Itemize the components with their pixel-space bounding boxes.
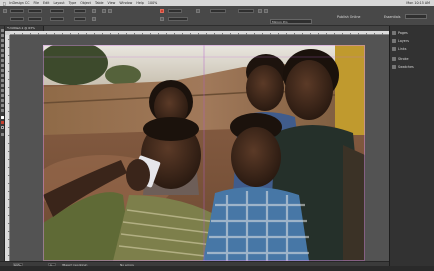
panel-pages[interactable]: Pages	[392, 30, 433, 36]
menu-item-window[interactable]: Window	[119, 1, 132, 5]
layers-icon	[392, 39, 396, 43]
panel-swatches[interactable]: Swatches	[392, 64, 433, 70]
pen-tool-icon[interactable]	[1, 59, 4, 62]
search-input[interactable]	[405, 14, 427, 19]
note-tool-icon[interactable]	[1, 94, 4, 97]
type-tool-icon[interactable]	[1, 49, 4, 52]
frame-tool-icon[interactable]	[1, 69, 4, 72]
width-field[interactable]	[28, 9, 42, 13]
opacity-field[interactable]	[210, 9, 226, 13]
fill-color-icon[interactable]	[1, 121, 4, 124]
font-field[interactable]: Minion Pro	[270, 19, 312, 24]
hand-tool-icon[interactable]	[1, 104, 4, 107]
selection-tool-icon[interactable]	[1, 29, 4, 32]
height-field[interactable]	[28, 17, 42, 21]
menu-item-file[interactable]: File	[34, 1, 40, 5]
flip-vertical-icon[interactable]	[92, 17, 96, 21]
menu-clock: Mon 10:15 AM	[406, 1, 430, 5]
pages-icon	[392, 31, 396, 35]
menu-item-help[interactable]: Help	[136, 1, 144, 5]
scale-x-field[interactable]	[50, 9, 64, 13]
gradient-tool-icon[interactable]	[1, 89, 4, 92]
corner-size-field[interactable]	[238, 9, 254, 13]
menu-item-layout[interactable]: Layout	[53, 1, 64, 5]
menu-item-view[interactable]: View	[108, 1, 116, 5]
select-container-icon[interactable]	[102, 9, 106, 13]
menu-item-object[interactable]: Object	[80, 1, 91, 5]
swatches-icon	[392, 65, 396, 69]
line-tool-icon[interactable]	[1, 54, 4, 57]
text-wrap-icon[interactable]	[258, 9, 262, 13]
preview-mode-icon[interactable]	[1, 133, 4, 136]
publish-online-button[interactable]: Publish Online	[337, 15, 360, 19]
app-window:  InDesign CC File Edit Layout Type Obje…	[0, 0, 434, 271]
gap-tool-icon[interactable]	[1, 44, 4, 47]
menu-item-app[interactable]: InDesign CC	[9, 1, 29, 5]
flip-horizontal-icon[interactable]	[92, 9, 96, 13]
fill-swatch[interactable]	[160, 9, 164, 13]
panel-layers[interactable]: Layers	[392, 38, 433, 44]
default-fill-stroke-icon[interactable]	[1, 116, 4, 119]
stroke-swatch[interactable]	[160, 17, 164, 21]
scale-y-field[interactable]	[50, 17, 64, 21]
rotate-field[interactable]	[74, 9, 86, 13]
drop-shadow-icon[interactable]	[196, 9, 200, 13]
menu-item-type[interactable]: Type	[69, 1, 77, 5]
direct-selection-tool-icon[interactable]	[1, 34, 4, 37]
menu-item-edit[interactable]: Edit	[43, 1, 49, 5]
select-content-icon[interactable]	[108, 9, 112, 13]
reference-point-icon[interactable]	[3, 9, 7, 13]
zoom-tool-icon[interactable]	[1, 109, 4, 112]
panel-links[interactable]: Links	[392, 46, 433, 52]
x-field[interactable]	[10, 9, 24, 13]
eyedropper-tool-icon[interactable]	[1, 99, 4, 102]
panel-dock: Pages Layers Links Stroke Swatches	[389, 26, 434, 266]
page-tool-icon[interactable]	[1, 39, 4, 42]
pencil-tool-icon[interactable]	[1, 64, 4, 67]
workspace-switcher[interactable]: Essentials	[384, 15, 401, 19]
transform-tool-icon[interactable]	[1, 84, 4, 87]
system-dock	[0, 266, 434, 271]
placed-photo[interactable]	[43, 45, 365, 261]
control-bar: Minion Pro Publish Online Essentials	[0, 6, 434, 26]
zoom-menu[interactable]: 100%	[148, 1, 157, 5]
stroke-icon	[392, 57, 396, 61]
stroke-weight-field[interactable]	[168, 9, 182, 13]
apple-icon[interactable]: 	[3, 1, 5, 6]
panel-stroke[interactable]: Stroke	[392, 56, 433, 62]
stroke-color-icon[interactable]	[1, 126, 4, 129]
scissors-tool-icon[interactable]	[1, 79, 4, 82]
photo-children-image	[43, 45, 365, 261]
menu-item-table[interactable]: Table	[95, 1, 104, 5]
y-field[interactable]	[10, 17, 24, 21]
shear-field[interactable]	[74, 17, 86, 21]
links-icon	[392, 47, 396, 51]
rectangle-tool-icon[interactable]	[1, 74, 4, 77]
auto-fit-icon[interactable]	[264, 9, 268, 13]
stroke-type-field[interactable]	[168, 17, 188, 21]
